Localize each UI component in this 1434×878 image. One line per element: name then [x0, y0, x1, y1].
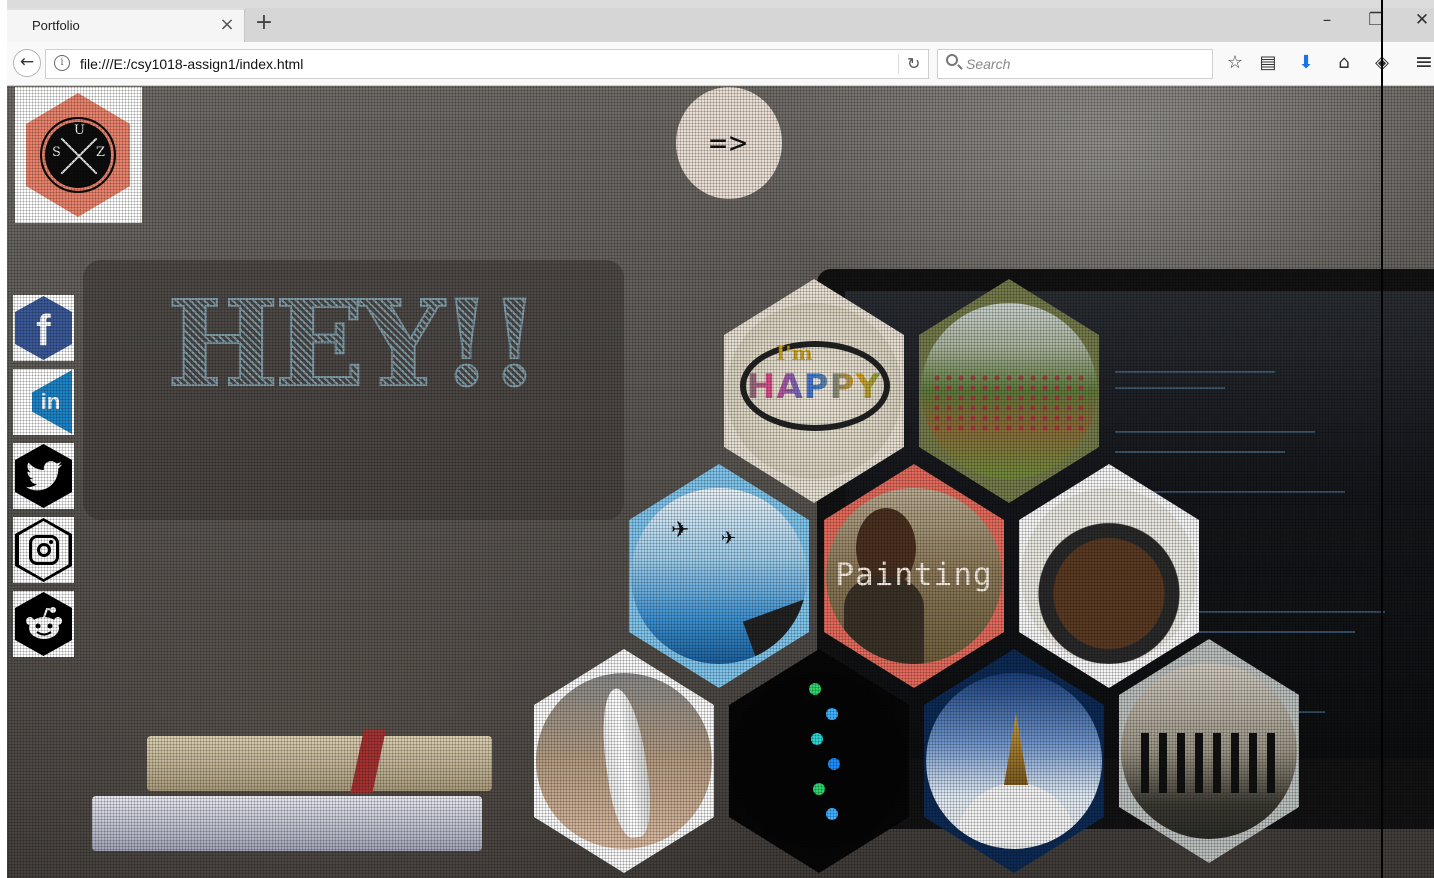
tab-strip: Portfolio × + – ❐ ✕ — [7, 8, 1434, 42]
tab-portfolio[interactable]: Portfolio × — [7, 8, 245, 42]
logo-letter-top: U — [74, 123, 85, 138]
page-viewport: U S Z => HEY!! f in I'm HAPPY ✈ ✈ Painti… — [7, 86, 1434, 878]
twitter-link[interactable] — [13, 443, 74, 509]
hey-panel: HEY!! — [83, 260, 624, 520]
twitter-bird-glyph — [25, 461, 62, 491]
gallery-tile-birds[interactable]: ✈ ✈ — [629, 464, 809, 688]
download-icon[interactable]: ⬇ — [1293, 50, 1319, 76]
instagram-inner — [18, 521, 69, 579]
instagram-icon — [15, 518, 72, 582]
happy-photo: I'm HAPPY — [726, 303, 902, 479]
happy-im-text: I'm — [776, 341, 813, 365]
twitter-icon — [15, 444, 72, 508]
hey-heading: HEY!! — [166, 273, 541, 414]
text-cursor-line — [1381, 0, 1383, 878]
instagram-camera-glyph — [28, 535, 59, 565]
home-icon[interactable]: ⌂ — [1331, 50, 1357, 76]
tab-title: Portfolio — [32, 18, 80, 33]
browser-chrome: Portfolio × + – ❐ ✕ ← i file:///E:/csy10… — [7, 0, 1434, 86]
menu-icon[interactable]: ≡ — [1411, 50, 1434, 76]
facebook-icon: f — [15, 296, 72, 360]
bookmark-star-icon[interactable]: ☆ — [1222, 50, 1248, 76]
hills-photo — [921, 303, 1097, 479]
jumping-photo — [1121, 663, 1297, 839]
close-window-button[interactable]: ✕ — [1407, 10, 1434, 30]
url-text[interactable]: file:///E:/csy1018-assign1/index.html — [80, 56, 303, 72]
gallery-tile-feather[interactable] — [534, 649, 714, 873]
happy-word-text: HAPPY — [726, 367, 902, 407]
next-arrow-button[interactable]: => — [676, 87, 782, 199]
info-icon[interactable]: i — [54, 55, 70, 71]
restore-button[interactable]: ❐ — [1361, 10, 1391, 30]
url-bar[interactable]: i file:///E:/csy1018-assign1/index.html … — [45, 49, 929, 79]
back-button[interactable]: ← — [13, 49, 41, 77]
feather-photo — [536, 673, 712, 849]
nav-bar: ← i file:///E:/csy1018-assign1/index.htm… — [7, 42, 1434, 86]
logo-letter-right: Z — [96, 145, 106, 160]
logo-letter-left: S — [52, 145, 61, 160]
minimize-button[interactable]: – — [1312, 10, 1342, 30]
new-tab-button[interactable]: + — [253, 10, 275, 35]
linkedin-glyph: in — [40, 389, 61, 414]
search-placeholder: Search — [966, 56, 1011, 72]
instagram-link[interactable] — [13, 517, 74, 583]
books-photo — [92, 730, 502, 856]
facebook-link[interactable]: f — [13, 295, 74, 361]
linkedin-icon: in — [15, 370, 72, 434]
logo-badge: U S Z — [40, 117, 116, 193]
reddit-link[interactable] — [13, 591, 74, 657]
stupa-photo — [926, 673, 1102, 849]
birds-photo: ✈ ✈ — [631, 488, 807, 664]
lights-photo — [731, 673, 907, 849]
reader-list-icon[interactable]: ▤ — [1255, 50, 1281, 76]
facebook-glyph: f — [36, 306, 51, 355]
reload-icon[interactable]: ↻ — [898, 54, 920, 74]
logo-hexagon: U S Z — [26, 93, 130, 217]
reddit-icon — [15, 592, 72, 656]
close-tab-icon[interactable]: × — [218, 14, 236, 35]
site-logo[interactable]: U S Z — [15, 87, 142, 223]
search-icon — [946, 54, 958, 66]
linkedin-link[interactable]: in — [13, 369, 74, 435]
painting-label: Painting — [835, 557, 993, 593]
search-input[interactable]: Search — [937, 49, 1213, 79]
reddit-alien-glyph — [25, 607, 62, 639]
food-photo — [1021, 488, 1197, 664]
